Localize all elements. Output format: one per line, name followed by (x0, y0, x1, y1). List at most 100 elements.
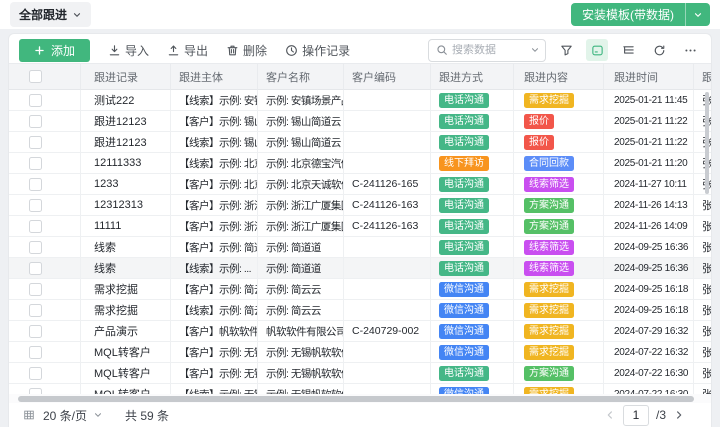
page-number-input[interactable] (623, 405, 649, 426)
vertical-scrollbar[interactable] (705, 92, 709, 194)
funnel-icon (560, 44, 573, 57)
display-settings-button[interactable] (586, 39, 608, 61)
owner-cell: 张三 (694, 258, 711, 279)
row-checkbox[interactable] (29, 178, 42, 191)
owner-cell: 张三 (694, 342, 711, 363)
table-row[interactable]: 线索【客户】示例: 简道...示例: 简道道电话沟通线索筛选2024-09-25… (9, 237, 711, 258)
row-checkbox[interactable] (29, 304, 42, 317)
grid-icon[interactable] (23, 409, 35, 421)
install-template-caret[interactable] (685, 3, 710, 26)
main-panel: 添加 导入 导出 删除 (8, 33, 712, 427)
column-header-record[interactable]: 跟进记录 (81, 64, 171, 90)
install-template-button[interactable]: 安装模板(带数据) (571, 3, 710, 26)
method-cell: 电话沟通 (431, 90, 514, 111)
add-button[interactable]: 添加 (19, 39, 90, 62)
toolbar: 添加 导入 导出 删除 (9, 34, 711, 63)
column-header-subject[interactable]: 跟进主体 (171, 64, 258, 90)
row-checkbox[interactable] (29, 346, 42, 359)
owner-cell: 张三 (694, 195, 711, 216)
horizontal-scrollbar[interactable] (18, 396, 694, 402)
toolbar-right-group (428, 39, 701, 62)
page-size-selector[interactable]: 20 条/页 (43, 407, 103, 424)
row-checkbox[interactable] (29, 388, 42, 395)
table-row[interactable]: 跟进12123【客户】示例: 锡山...示例: 锡山简道云电话沟通报价2025-… (9, 111, 711, 132)
status-tag: 线下拜访 (439, 156, 489, 171)
refresh-button[interactable] (648, 39, 670, 61)
table-row[interactable]: MQL转客户【客户】示例: 无锡...示例: 无锡帆软软件微信沟通需求挖掘202… (9, 342, 711, 363)
status-tag: 电话沟通 (439, 240, 489, 255)
table-row[interactable]: 11111【客户】示例: 浙江...示例: 浙江广厦集团C-241126-163… (9, 216, 711, 237)
column-header-method[interactable]: 跟进方式 (431, 64, 514, 90)
search-box[interactable] (428, 39, 546, 62)
table-row[interactable]: 需求挖掘【客户】示例: 简云...示例: 简云云微信沟通需求挖掘2024-09-… (9, 279, 711, 300)
row-checkbox[interactable] (29, 94, 42, 107)
content-cell: 方案沟通 (514, 363, 604, 384)
row-checkbox[interactable] (29, 115, 42, 128)
view-selector[interactable]: 全部跟进 (10, 2, 91, 27)
content-cell: 合同回款 (514, 153, 604, 174)
row-checkbox[interactable] (29, 367, 42, 380)
table-row[interactable]: MQL转客户【客户】示例: 无锡...示例: 无锡帆软软件电话沟通方案沟通202… (9, 363, 711, 384)
table-row[interactable]: 12312313【客户】示例: 浙江...示例: 浙江广厦集团C-241126-… (9, 195, 711, 216)
method-cell: 微信沟通 (431, 342, 514, 363)
chevron-down-icon (72, 10, 82, 20)
row-checkbox[interactable] (29, 220, 42, 233)
column-header-content[interactable]: 跟进内容 (514, 64, 604, 90)
table-row[interactable]: 跟进12123【线索】示例: 锡山...示例: 锡山简道云电话沟通报价2025-… (9, 132, 711, 153)
customer-cell: 示例: 锡山简道云 (258, 132, 344, 153)
time-cell: 2024-07-29 16:32 (604, 321, 694, 342)
row-select-cell (9, 384, 81, 394)
import-button[interactable]: 导入 (108, 42, 149, 59)
table-row[interactable]: 产品演示【客户】帆软软件有...帆软软件有限公司C-240729-002微信沟通… (9, 321, 711, 342)
row-checkbox[interactable] (29, 325, 42, 338)
more-button[interactable] (679, 39, 701, 61)
search-input[interactable] (452, 44, 526, 56)
prev-page-button[interactable] (604, 409, 616, 421)
row-checkbox[interactable] (29, 241, 42, 254)
owner-cell: 张三 (694, 384, 711, 394)
content-cell: 报价 (514, 132, 604, 153)
column-header-owner[interactable]: 跟进人 (694, 64, 711, 90)
row-checkbox[interactable] (29, 283, 42, 296)
table-row[interactable]: 12111333【线索】示例: 北京...示例: 北京德宝汽修线下拜访合同回款2… (9, 153, 711, 174)
export-button[interactable]: 导出 (167, 42, 208, 59)
status-tag: 电话沟通 (439, 135, 489, 150)
record-cell: MQL转客户 (81, 363, 171, 384)
column-header-code[interactable]: 客户编码 (344, 64, 431, 90)
column-header-customer[interactable]: 客户名称 (258, 64, 344, 90)
code-cell (344, 90, 431, 111)
content-cell: 需求挖掘 (514, 90, 604, 111)
table-row[interactable]: MQL转客户【线索】示例: 无锡...示例: 无锡帆软软件微信沟通需求挖掘202… (9, 384, 711, 394)
status-tag: 报价 (524, 114, 554, 129)
next-page-button[interactable] (673, 409, 685, 421)
code-cell: C-241126-163 (344, 216, 431, 237)
total-count-label: 共 59 条 (125, 407, 169, 424)
select-all-checkbox[interactable] (29, 70, 42, 83)
record-cell: 线索 (81, 237, 171, 258)
row-checkbox[interactable] (29, 199, 42, 212)
horizontal-scroll-track (9, 394, 711, 403)
table-header-row: 跟进记录 跟进主体 客户名称 客户编码 跟进方式 跟进内容 跟进时间 跟进人 (9, 64, 711, 90)
tree-view-icon (622, 44, 635, 57)
table-row[interactable]: 测试222【线索】示例: 安镇...示例: 安镇场景产品...电话沟通需求挖掘2… (9, 90, 711, 111)
operation-history-button[interactable]: 操作记录 (285, 42, 350, 59)
row-checkbox[interactable] (29, 262, 42, 275)
subject-cell: 【客户】示例: 简云... (171, 279, 258, 300)
row-select-cell (9, 90, 81, 111)
row-checkbox[interactable] (29, 157, 42, 170)
record-cell: 跟进12123 (81, 111, 171, 132)
table-row[interactable]: 线索【线索】示例: ...示例: 简道道电话沟通线索筛选2024-09-25 1… (9, 258, 711, 279)
row-checkbox[interactable] (29, 136, 42, 149)
tree-view-button[interactable] (617, 39, 639, 61)
filter-button[interactable] (555, 39, 577, 61)
delete-button[interactable]: 删除 (226, 42, 267, 59)
search-field-chevron-icon[interactable] (530, 45, 540, 55)
clock-icon (285, 44, 298, 57)
table-row[interactable]: 需求挖掘【线索】示例: 简云...示例: 简云云微信沟通需求挖掘2024-09-… (9, 300, 711, 321)
row-select-cell (9, 216, 81, 237)
import-button-label: 导入 (125, 42, 149, 59)
subject-cell: 【客户】示例: 锡山... (171, 111, 258, 132)
column-header-time[interactable]: 跟进时间 (604, 64, 694, 90)
table-row[interactable]: 1233【客户】示例: 北京...示例: 北京天诚软件...C-241126-1… (9, 174, 711, 195)
code-cell (344, 363, 431, 384)
